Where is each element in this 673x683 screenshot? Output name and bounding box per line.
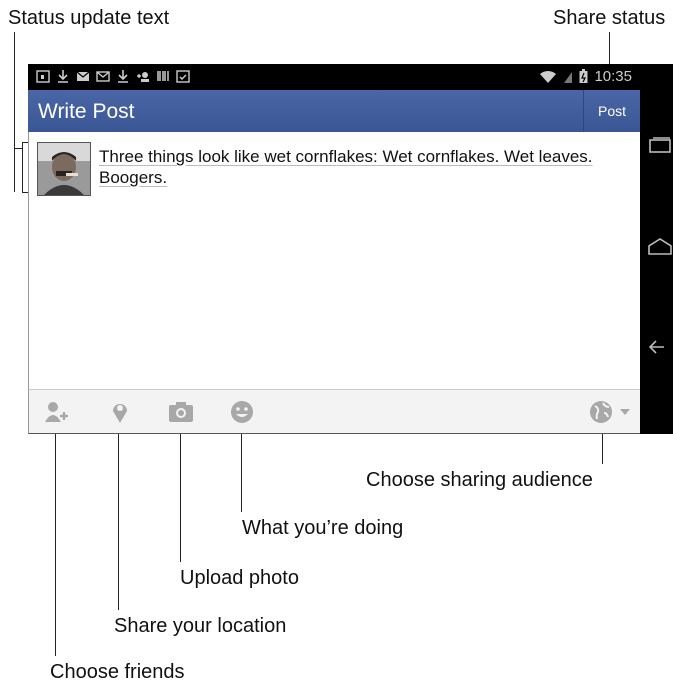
- callout-share-status: Share status: [553, 7, 666, 29]
- callout-what-youre-doing: What you’re doing: [242, 517, 404, 539]
- leader-line-doing: [241, 428, 242, 512]
- home-icon[interactable]: [648, 236, 672, 256]
- compose-toolbar: [28, 389, 641, 434]
- recent-apps-icon[interactable]: [648, 136, 672, 154]
- wifi-icon: [540, 70, 557, 83]
- barcode-icon: [157, 71, 169, 81]
- callout-status-update-text: Status update text: [8, 7, 170, 29]
- status-bar: 10:35: [28, 64, 640, 90]
- globe-icon[interactable]: [589, 400, 613, 424]
- compose-area[interactable]: Three things look like wet cornflakes: W…: [28, 132, 641, 389]
- gmail-icon: [96, 71, 110, 82]
- battery-icon: [579, 69, 588, 83]
- download-icon: [118, 70, 128, 83]
- post-button[interactable]: Post: [583, 90, 640, 132]
- back-icon[interactable]: [648, 338, 672, 356]
- tag-friends-icon[interactable]: [43, 400, 69, 424]
- system-status: 10:35: [539, 68, 632, 85]
- checklist-icon: [176, 70, 190, 83]
- smiley-icon[interactable]: [229, 400, 255, 424]
- leader-bracket: [22, 142, 23, 192]
- leader-line-location: [118, 428, 119, 610]
- phone-screen: 10:35 Write Post Post Three things look …: [28, 64, 673, 434]
- avatar: [37, 142, 91, 196]
- leader-line-friends: [55, 428, 56, 656]
- page-title: Write Post: [38, 100, 135, 123]
- download-icon: [58, 70, 68, 83]
- status-update-text[interactable]: Three things look like wet cornflakes: W…: [99, 146, 619, 188]
- clock: 10:35: [594, 68, 632, 85]
- callout-upload-photo: Upload photo: [180, 567, 299, 589]
- leader-line-photo: [180, 428, 181, 562]
- system-nav-bar: [640, 64, 673, 434]
- callout-choose-sharing-audience: Choose sharing audience: [366, 469, 593, 491]
- mail-icon: [76, 71, 90, 81]
- camera-icon[interactable]: [168, 400, 194, 424]
- signal-icon: [564, 71, 573, 83]
- add-contact-icon: [137, 72, 149, 82]
- callout-choose-friends: Choose friends: [50, 661, 185, 683]
- calendar-icon: [36, 70, 50, 83]
- leader-tick-top: [14, 148, 22, 149]
- profile-photo: [38, 143, 90, 195]
- leader-line-status-text: [14, 32, 15, 192]
- app-header: Write Post Post: [28, 90, 640, 132]
- notification-icons: [36, 69, 190, 85]
- chevron-down-icon[interactable]: [619, 408, 631, 416]
- callout-share-your-location: Share your location: [114, 615, 287, 637]
- location-pin-icon[interactable]: [107, 400, 133, 424]
